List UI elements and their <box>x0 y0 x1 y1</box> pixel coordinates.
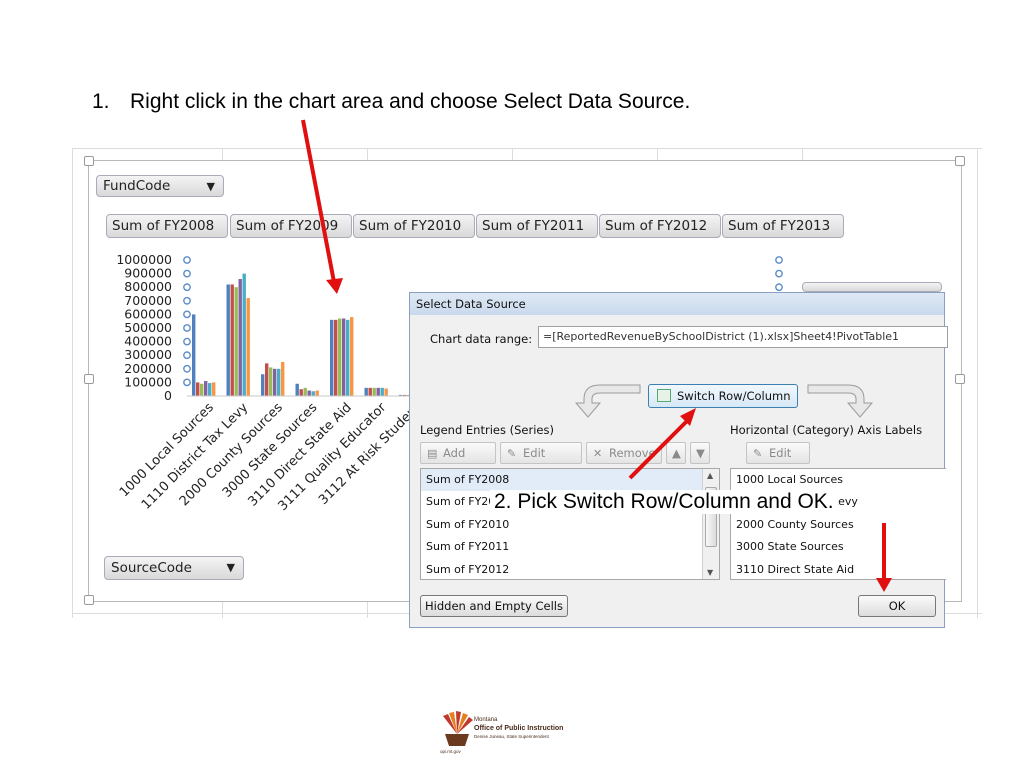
opi-emblem-icon <box>443 711 473 746</box>
logo-superintendent: Denise Juneau, State Superintendent <box>474 734 549 739</box>
opi-logo: Montana Office of Public Instruction Den… <box>440 710 580 756</box>
arrow-to-switch-button <box>628 408 696 480</box>
arrow-to-chart <box>301 119 343 294</box>
logo-state: Montana <box>474 717 498 723</box>
logo-office: Office of Public Instruction <box>474 725 564 732</box>
arrow-to-ok-button <box>876 523 892 592</box>
logo-url: opi.mt.gov <box>440 749 461 754</box>
annotation-arrows <box>301 119 892 592</box>
